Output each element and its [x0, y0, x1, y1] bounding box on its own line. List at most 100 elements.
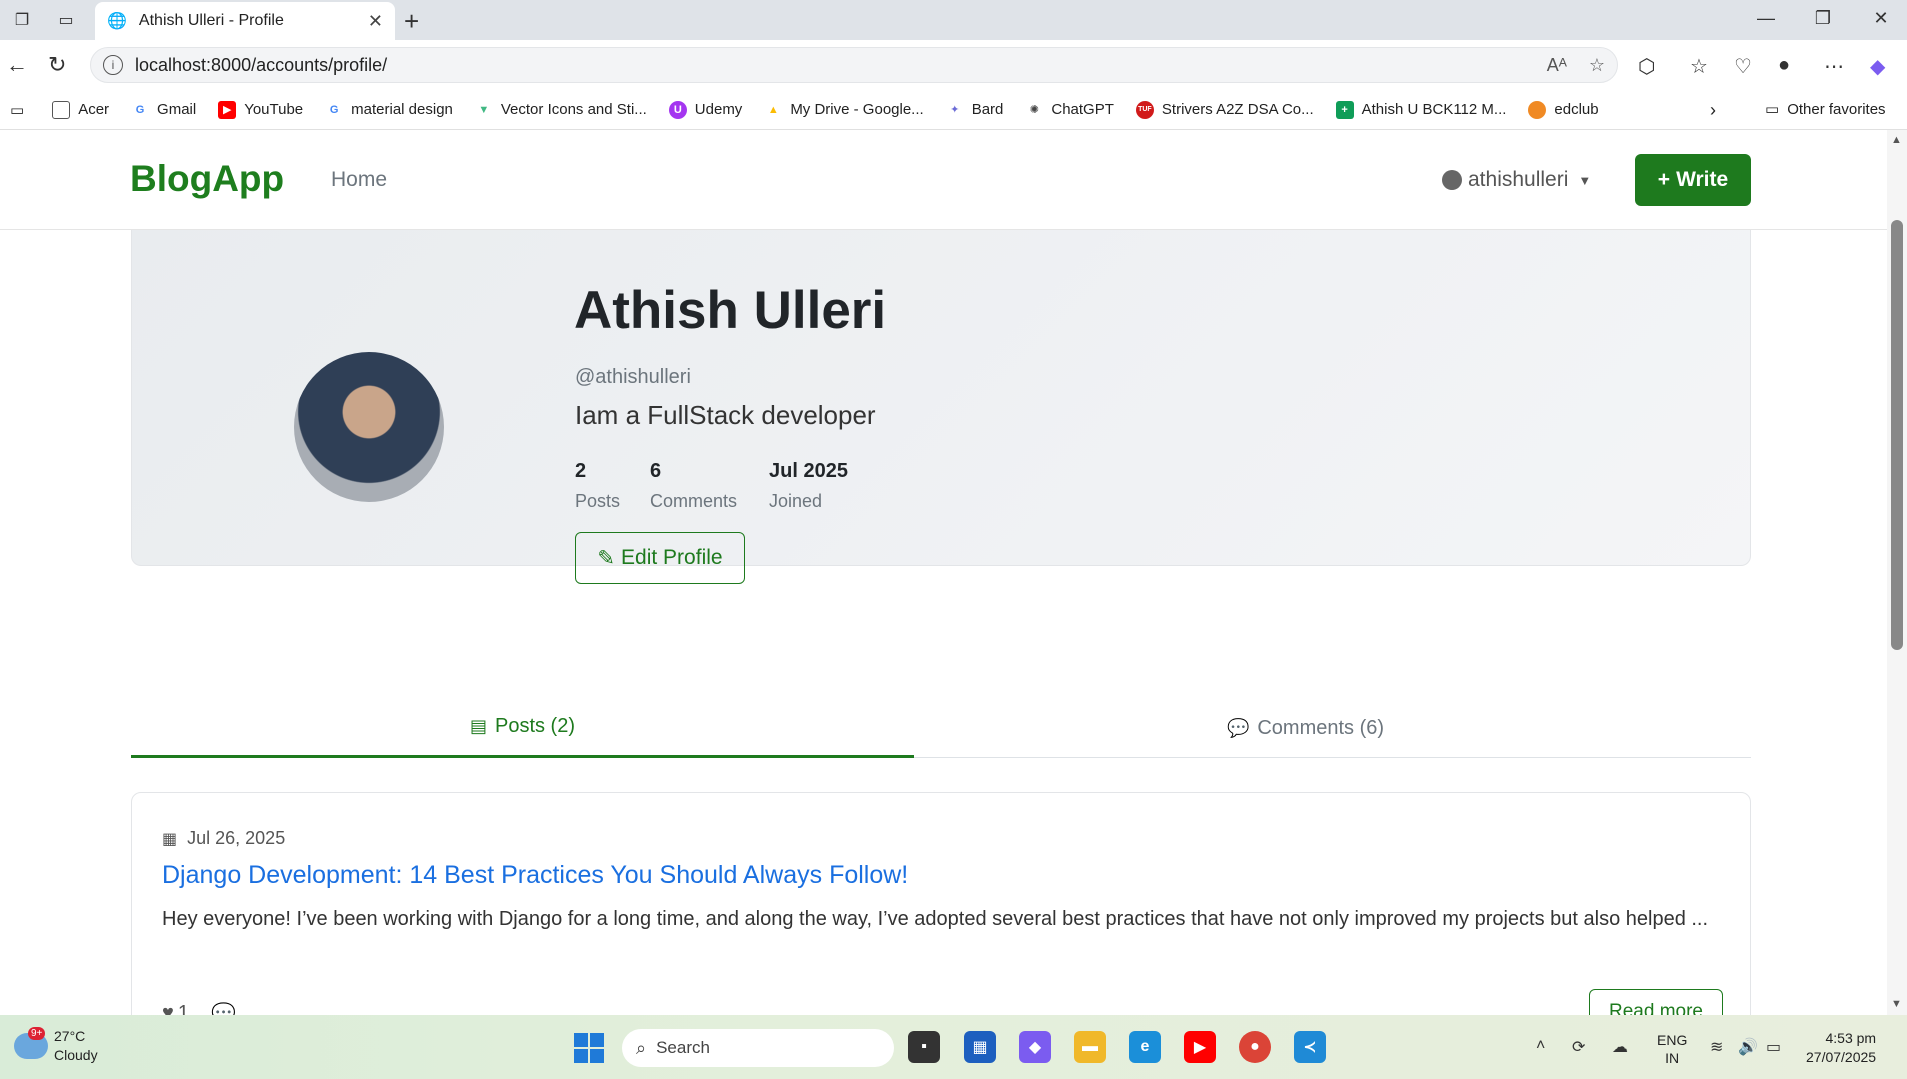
user-dropdown[interactable]: athishulleri ▼ [1442, 168, 1591, 192]
vscode-icon[interactable]: ≺ [1294, 1031, 1326, 1063]
stat-joined: Jul 2025 Joined [769, 460, 848, 511]
chevron-up-icon[interactable]: ˄ [1536, 1037, 1545, 1055]
tab-title: Athish Ulleri - Profile [138, 12, 284, 29]
post-meta: ♥ 1 💬 [162, 1001, 236, 1015]
scroll-thumb[interactable] [1891, 220, 1903, 650]
sheets-icon: + [1335, 100, 1354, 119]
bookmark-strivers[interactable]: TUF Strivers A2Z DSA Co... [1135, 100, 1314, 119]
taskbar-search[interactable]: ⌕ Search [622, 1029, 894, 1067]
bookmark-vector-icons[interactable]: ▼ Vector Icons and Sti... [475, 101, 646, 119]
network-warning-icon[interactable]: ☁ [1612, 1037, 1628, 1057]
bookmarks-menu-icon[interactable]: ▭ [10, 101, 24, 119]
favorite-star-icon[interactable]: ☆ [1589, 55, 1605, 76]
file-explorer-icon[interactable]: ▬ [1074, 1031, 1106, 1063]
start-button[interactable] [574, 1033, 604, 1063]
temperature: 27°C [54, 1028, 86, 1044]
bookmark-material-design[interactable]: Gmaterial design [325, 101, 453, 119]
restore-icon[interactable]: ❐ [1803, 8, 1843, 29]
likes-count: 1 [177, 1002, 189, 1015]
favorites-icon[interactable]: ☆ [1690, 54, 1708, 79]
task-view-icon[interactable]: ▪ [908, 1031, 940, 1063]
page-scrollbar[interactable]: ▲ ▼ [1887, 130, 1907, 1015]
browser-tab-bar: ❐ ▭ 🌐 Athish Ulleri - Profile ✕ + — ❐ ✕ [0, 0, 1907, 40]
back-icon[interactable]: ← [6, 52, 28, 78]
store-icon[interactable]: ▦ [964, 1031, 996, 1063]
edit-icon: ✎ [597, 546, 616, 570]
notification-badge: 9+ [28, 1027, 46, 1040]
site-navbar: BlogApp Home athishulleri ▼ + Write [0, 130, 1887, 230]
cloud-icon: 9+ [14, 1027, 48, 1059]
page-content: BlogApp Home athishulleri ▼ + Write Athi… [0, 130, 1887, 1015]
vector-icon: ▼ [478, 103, 490, 116]
stat-comments: 6 Comments [650, 460, 738, 511]
scroll-down-icon[interactable]: ▼ [1891, 998, 1902, 1010]
comment-icon[interactable]: 💬 [211, 1001, 236, 1015]
post-date: ▦ Jul 26, 2025 [162, 828, 286, 848]
battery-icon[interactable]: ▭ [1766, 1037, 1781, 1057]
bookmark-bard[interactable]: ✦ Bard [946, 101, 1003, 119]
more-options-icon[interactable]: ⋯ [1824, 54, 1844, 79]
edge-icon[interactable]: e [1129, 1031, 1161, 1063]
extensions-icon[interactable]: ⬡ [1638, 54, 1655, 79]
url-field[interactable]: i localhost:8000/accounts/profile/ Aᴬ ☆ [90, 47, 1618, 83]
heart-icon[interactable]: ♥ [162, 1002, 174, 1015]
address-bar-row: ← ↻ i localhost:8000/accounts/profile/ A… [0, 40, 1907, 90]
google-icon: G [135, 103, 145, 116]
udemy-icon: U [668, 100, 687, 119]
close-window-icon[interactable]: ✕ [1861, 8, 1901, 29]
bookmark-my-drive[interactable]: ▲ My Drive - Google... [764, 101, 924, 119]
edit-profile-button[interactable]: ✎ Edit Profile [575, 532, 745, 584]
chevron-right-icon[interactable]: › [1710, 100, 1716, 121]
read-more-button[interactable]: Read more [1589, 989, 1723, 1015]
nav-home-link[interactable]: Home [331, 168, 387, 192]
youtube-app-icon[interactable]: ▶ [1184, 1031, 1216, 1063]
new-tab-icon[interactable]: + [404, 6, 419, 37]
edclub-icon [1528, 100, 1547, 119]
profile-handle: @athishulleri [575, 366, 691, 388]
profile-bio: Iam a FullStack developer [575, 400, 876, 430]
refresh-icon[interactable]: ↻ [48, 52, 66, 78]
user-circle-icon [1442, 170, 1462, 190]
google-icon: G [329, 103, 339, 116]
browser-tab-profile[interactable]: 🌐 Athish Ulleri - Profile ✕ [95, 2, 395, 40]
weather-widget[interactable]: 9+ 27°C Cloudy [14, 1027, 98, 1065]
clock[interactable]: 4:53 pm 27/07/2025 [1806, 1029, 1876, 1067]
chatgpt-icon: ✺ [1029, 104, 1039, 116]
folder-icon: ▭ [1765, 101, 1780, 118]
scroll-up-icon[interactable]: ▲ [1891, 134, 1902, 146]
post-card: ▦ Jul 26, 2025 Django Development: 14 Be… [131, 792, 1751, 1015]
write-button[interactable]: + Write [1635, 154, 1751, 206]
tuf-icon: TUF [1135, 100, 1154, 119]
wifi-icon[interactable]: ≋ [1710, 1037, 1723, 1057]
bookmark-sheets[interactable]: + Athish U BCK112 M... [1335, 100, 1506, 119]
stat-posts: 2 Posts [575, 460, 621, 511]
sync-icon[interactable]: ⟳ [1572, 1037, 1585, 1057]
language-indicator[interactable]: ENG IN [1657, 1031, 1687, 1067]
post-title-link[interactable]: Django Development: 14 Best Practices Yo… [162, 861, 908, 890]
brand-logo[interactable]: BlogApp [130, 158, 284, 200]
profile-header: Athish Ulleri @athishulleri Iam a FullSt… [131, 230, 1751, 584]
copilot-icon[interactable]: ◆ [1870, 54, 1885, 79]
browser-essentials-icon[interactable]: ♡ [1734, 54, 1752, 79]
workspaces-icon[interactable]: ❐ [8, 8, 36, 32]
read-aloud-icon[interactable]: Aᴬ [1547, 55, 1567, 76]
profile-icon[interactable]: ● [1778, 54, 1790, 77]
tab-comments[interactable]: 💬 Comments (6) [914, 698, 1697, 758]
bookmark-youtube[interactable]: ▶ YouTube [218, 100, 303, 119]
copilot-app-icon[interactable]: ◆ [1019, 1031, 1051, 1063]
search-icon: ⌕ [636, 1037, 647, 1058]
bookmark-chatgpt[interactable]: ✺ ChatGPT [1025, 101, 1114, 119]
bookmark-gmail[interactable]: G Gmail [131, 101, 196, 119]
volume-icon[interactable]: 🔊 [1738, 1037, 1758, 1057]
vertical-tabs-icon[interactable]: ▭ [52, 8, 80, 32]
other-favorites[interactable]: ▭ Other favorites [1765, 100, 1886, 119]
chrome-icon[interactable]: ● [1239, 1031, 1271, 1063]
bookmark-edclub[interactable]: edclub [1528, 100, 1599, 119]
minimize-icon[interactable]: — [1746, 8, 1786, 29]
site-info-icon[interactable]: i [103, 55, 123, 75]
caret-down-icon: ▼ [1578, 172, 1592, 188]
bookmark-udemy[interactable]: U Udemy [668, 100, 742, 119]
bookmark-acer[interactable]: Acer [52, 100, 109, 119]
tab-posts[interactable]: ▤ Posts (2) [131, 698, 914, 758]
close-tab-icon[interactable]: ✕ [368, 11, 383, 32]
